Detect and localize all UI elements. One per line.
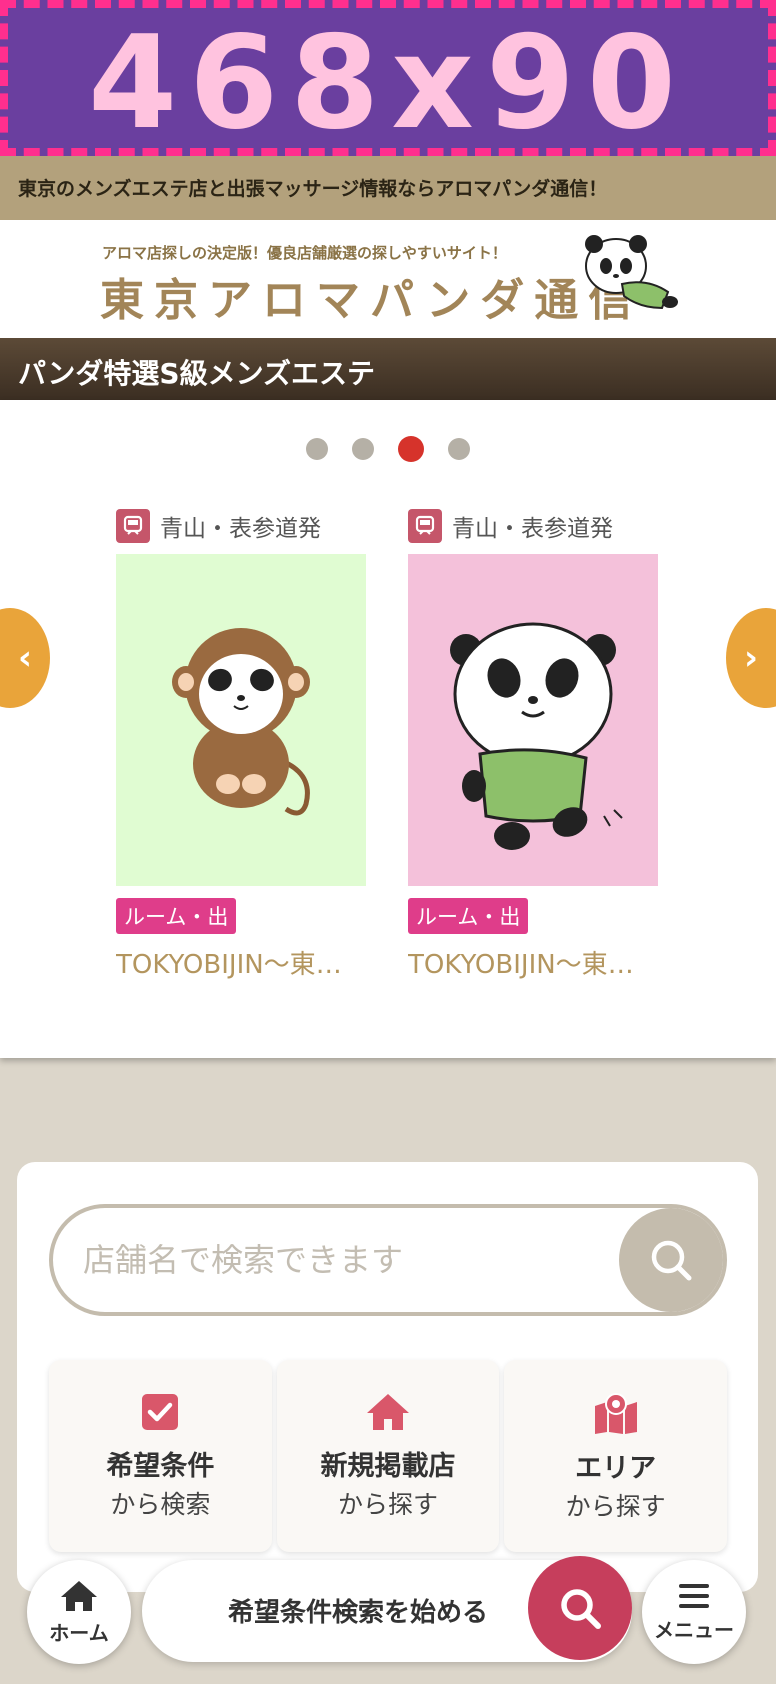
train-icon <box>116 509 150 543</box>
chevron-right-icon: › <box>743 638 758 678</box>
floating-search-button[interactable] <box>528 1556 632 1660</box>
shop-station: 青山・表参道発 <box>116 508 366 544</box>
carousel-next-button[interactable]: › <box>726 608 776 708</box>
map-pin-icon <box>594 1393 637 1434</box>
logo-subtitle: アロマ店探しの決定版！優良店舗厳選の探しやすいサイト！ <box>102 244 507 262</box>
carousel-prev-button[interactable]: ‹ <box>0 608 50 708</box>
shop-search-input[interactable] <box>83 1228 603 1292</box>
featured-carousel: ‹ › 青山・表参道発 ルーム・出 TOKYOBIJIN〜東京美 青山・表参道発… <box>0 400 776 1058</box>
tile-subtitle: から探す <box>565 1492 666 1521</box>
shop-photo[interactable] <box>408 554 658 886</box>
carousel-dots <box>0 436 776 462</box>
logo-title: 東京アロマパンダ通信 <box>100 275 643 326</box>
carousel-dot[interactable] <box>448 438 470 460</box>
site-tagline: 東京のメンズエステ店と出張マッサージ情報ならアロマパンダ通信！ <box>0 156 776 220</box>
shop-type-badge: ルーム・出 <box>116 898 237 934</box>
home-icon <box>367 1394 409 1430</box>
search-icon <box>651 1240 692 1281</box>
tile-title: エリア <box>575 1453 657 1484</box>
shop-type-badge: ルーム・出 <box>408 898 529 934</box>
carousel-dot[interactable] <box>306 438 328 460</box>
tile-subtitle: から探す <box>338 1490 439 1519</box>
menu-button[interactable]: メニュー <box>642 1560 746 1664</box>
shop-card[interactable]: 青山・表参道発 ルーム・出 TOKYOBIJIN〜東京美人〜 <box>116 508 366 981</box>
section-title: パンダ特選S級メンズエステ <box>0 338 776 400</box>
shop-name[interactable]: TOKYOBIJIN〜東京美人〜 <box>408 944 658 981</box>
shop-name[interactable]: TOKYOBIJIN〜東京美人〜 <box>116 944 366 981</box>
shop-search-button[interactable] <box>619 1208 723 1312</box>
panda-logo-icon <box>585 235 678 310</box>
ad-banner[interactable]: 468x90 <box>0 0 776 156</box>
home-icon <box>61 1580 97 1611</box>
carousel-dot-active[interactable] <box>398 436 424 462</box>
shop-station-label: 青山・表参道発 <box>452 516 613 542</box>
hamburger-icon <box>679 1583 709 1608</box>
area-search-tile[interactable]: エリア から探す <box>504 1360 728 1552</box>
home-button-label: ホーム <box>49 1620 109 1645</box>
shop-station: 青山・表参道発 <box>408 508 658 544</box>
shop-search-box <box>49 1204 727 1316</box>
menu-button-label: メニュー <box>654 1617 734 1642</box>
site-logo[interactable]: アロマ店探しの決定版！優良店舗厳選の探しやすいサイト！ 東京アロマパンダ通信 <box>0 220 776 338</box>
checkbox-icon <box>142 1394 179 1430</box>
tile-title: 希望条件 <box>106 1451 215 1482</box>
search-shortcut-tiles: 希望条件 から検索 新規掲載店 から探す エリア から探す <box>49 1360 728 1552</box>
tile-subtitle: から検索 <box>110 1490 211 1519</box>
search-panel: 希望条件 から検索 新規掲載店 から探す エリア から探す <box>17 1162 758 1592</box>
new-shops-tile[interactable]: 新規掲載店 から探す <box>276 1360 500 1552</box>
ad-banner-text: 468x90 <box>88 9 688 158</box>
train-icon <box>408 509 442 543</box>
carousel-dot[interactable] <box>352 438 374 460</box>
shop-photo[interactable] <box>116 554 366 886</box>
shop-station-label: 青山・表参道発 <box>160 516 321 542</box>
condition-search-tile[interactable]: 希望条件 から検索 <box>49 1360 272 1552</box>
tile-title: 新規掲載店 <box>320 1451 456 1482</box>
monkey-mascot-image <box>172 628 310 816</box>
panda-mascot-image <box>450 622 623 850</box>
chevron-left-icon: ‹ <box>17 638 32 678</box>
shop-card[interactable]: 青山・表参道発 ルーム・出 TOKYOBIJIN〜東京美人〜 <box>408 508 658 981</box>
home-button[interactable]: ホーム <box>27 1560 131 1664</box>
search-icon <box>561 1589 601 1629</box>
